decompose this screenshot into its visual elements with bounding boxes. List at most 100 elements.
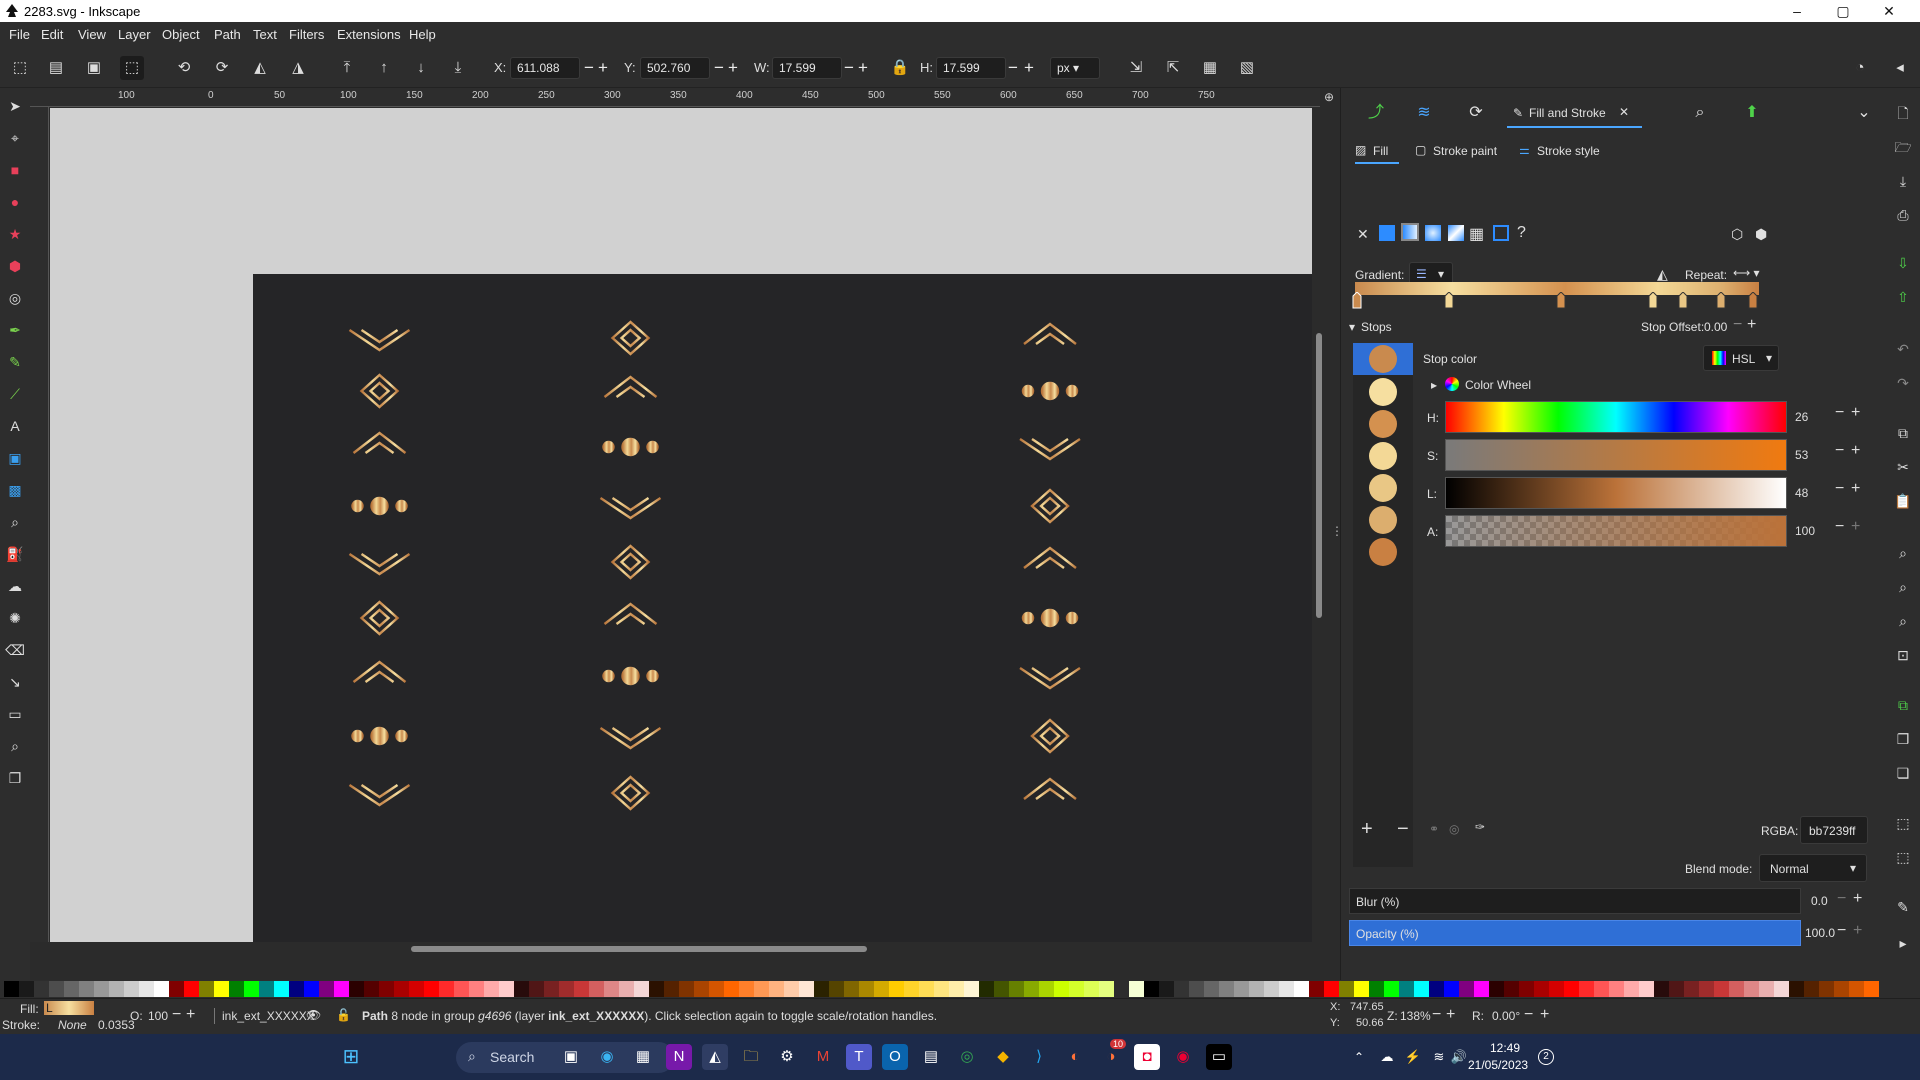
- cut-icon[interactable]: ✂: [1894, 458, 1912, 476]
- palette-swatch[interactable]: [34, 981, 49, 997]
- hue-decrement[interactable]: −: [1835, 404, 1844, 422]
- palette-swatch[interactable]: [904, 981, 919, 997]
- horizontal-scroll-thumb[interactable]: [411, 946, 867, 952]
- palette-swatch[interactable]: [844, 981, 859, 997]
- palette-swatch[interactable]: [649, 981, 664, 997]
- palette-swatch[interactable]: [544, 981, 559, 997]
- ornament-stroke[interactable]: [603, 602, 658, 625]
- palette-swatch[interactable]: [604, 981, 619, 997]
- palette-swatch[interactable]: [1174, 981, 1189, 997]
- palette-swatch[interactable]: [1849, 981, 1864, 997]
- terminal-icon[interactable]: ▭: [1206, 1044, 1232, 1070]
- ornament-stroke[interactable]: [599, 497, 662, 520]
- palette-swatch[interactable]: [1579, 981, 1594, 997]
- palette-swatch[interactable]: [889, 981, 904, 997]
- app-bag-icon[interactable]: ◘: [1134, 1044, 1160, 1070]
- palette-swatch[interactable]: [94, 981, 109, 997]
- palette-swatch[interactable]: [739, 981, 754, 997]
- palette-swatch[interactable]: [424, 981, 439, 997]
- ornament-stroke[interactable]: [352, 660, 407, 683]
- xml-editor-icon[interactable]: ✎: [1894, 898, 1912, 916]
- palette-swatch[interactable]: [1414, 981, 1429, 997]
- palette-swatch[interactable]: [1789, 981, 1804, 997]
- alpha-slider[interactable]: [1445, 515, 1787, 547]
- stop-offset-decrement[interactable]: −: [1733, 316, 1742, 334]
- ornament-stroke[interactable]: [1021, 384, 1035, 398]
- ornament-stroke[interactable]: [610, 320, 651, 356]
- spiral-tool-icon[interactable]: ◎: [5, 288, 25, 308]
- palette-swatch[interactable]: [4, 981, 19, 997]
- snap-toggle-icon[interactable]: ◔: [1848, 56, 1872, 80]
- ungroup-icon[interactable]: ⬚: [1894, 848, 1912, 866]
- palette-swatch[interactable]: [1699, 981, 1714, 997]
- saturation-decrement[interactable]: −: [1835, 442, 1844, 460]
- stop-swatch[interactable]: [1369, 442, 1397, 470]
- hue-increment[interactable]: +: [1851, 404, 1860, 422]
- calligraphy-tool-icon[interactable]: ⟋: [5, 384, 25, 404]
- palette-swatch[interactable]: [1234, 981, 1249, 997]
- palette-swatch[interactable]: [1609, 981, 1624, 997]
- pencil-tool-icon[interactable]: ✎: [5, 352, 25, 372]
- ornament-stroke[interactable]: [602, 669, 615, 683]
- opacity-indicator-increment[interactable]: +: [186, 1006, 195, 1024]
- palette-swatch[interactable]: [1669, 981, 1684, 997]
- palette-swatch[interactable]: [1294, 981, 1309, 997]
- unset-paint-icon[interactable]: ?: [1517, 224, 1526, 242]
- palette-swatch[interactable]: [829, 981, 844, 997]
- rotate-cw-icon[interactable]: ⟳: [210, 56, 234, 80]
- y-field[interactable]: 502.760: [640, 57, 710, 79]
- x-decrement-button[interactable]: −: [584, 57, 594, 79]
- palette-swatch[interactable]: [859, 981, 874, 997]
- canvas[interactable]: [50, 108, 1312, 942]
- ornament-stroke[interactable]: [352, 431, 407, 454]
- flat-color-icon[interactable]: [1379, 225, 1395, 241]
- menu-help[interactable]: Help: [409, 27, 436, 42]
- fill-indicator-swatch[interactable]: L: [44, 1001, 94, 1015]
- hue-value[interactable]: 26: [1795, 406, 1827, 428]
- duplicate-icon[interactable]: ⧉: [1894, 696, 1912, 714]
- clock-date[interactable]: 21/05/2023: [1468, 1058, 1528, 1072]
- y-decrement-button[interactable]: −: [714, 57, 724, 79]
- palette-swatch[interactable]: [1009, 981, 1024, 997]
- palette-swatch[interactable]: [169, 981, 184, 997]
- menu-edit[interactable]: Edit: [41, 27, 63, 42]
- blur-decrement[interactable]: −: [1837, 890, 1846, 908]
- lightness-decrement[interactable]: −: [1835, 480, 1844, 498]
- stops-expander-icon[interactable]: ▾: [1349, 320, 1355, 334]
- undo-icon[interactable]: ↶: [1894, 340, 1912, 358]
- palette-swatch[interactable]: [1054, 981, 1069, 997]
- palette-swatch[interactable]: [589, 981, 604, 997]
- layers-tab-icon[interactable]: ≋: [1413, 102, 1435, 124]
- stop-swatch[interactable]: [1369, 474, 1397, 502]
- fill-nonzero-icon[interactable]: ⬢: [1755, 226, 1767, 243]
- node-tool-icon[interactable]: ⌖: [5, 128, 25, 148]
- palette-swatch[interactable]: [1444, 981, 1459, 997]
- menu-file[interactable]: File: [9, 27, 30, 42]
- move-gradients-icon[interactable]: ▦: [1198, 56, 1222, 80]
- swatch-icon[interactable]: [1493, 225, 1509, 241]
- opacity-slider[interactable]: Opacity (%): [1349, 920, 1801, 946]
- ornament-stroke[interactable]: [621, 666, 640, 686]
- palette-swatch[interactable]: [1474, 981, 1489, 997]
- outlook-icon[interactable]: O: [882, 1044, 908, 1070]
- mesh-tool-icon[interactable]: ▩: [5, 480, 25, 500]
- palette-swatch[interactable]: [919, 981, 934, 997]
- reverse-gradient-icon[interactable]: ◭: [1657, 266, 1668, 283]
- zoom-value[interactable]: 138%: [1400, 1009, 1431, 1023]
- palette-swatch[interactable]: [1429, 981, 1444, 997]
- palette-swatch[interactable]: [214, 981, 229, 997]
- blur-slider[interactable]: Blur (%): [1349, 888, 1801, 914]
- opacity-value[interactable]: 100.0: [1805, 926, 1835, 940]
- menu-layer[interactable]: Layer: [118, 27, 151, 42]
- palette-swatch[interactable]: [1399, 981, 1414, 997]
- palette-swatch[interactable]: [1624, 981, 1639, 997]
- ornament-stroke[interactable]: [621, 437, 640, 457]
- palette-swatch[interactable]: [574, 981, 589, 997]
- palette-swatch[interactable]: [1864, 981, 1879, 997]
- spray-tool-icon[interactable]: ✺: [5, 608, 25, 628]
- find-tab-icon[interactable]: ⌕: [1689, 102, 1711, 124]
- ornament-stroke[interactable]: [1023, 322, 1077, 345]
- palette-swatch[interactable]: [1324, 981, 1339, 997]
- palette-swatch[interactable]: [1804, 981, 1819, 997]
- palette-swatch[interactable]: [769, 981, 784, 997]
